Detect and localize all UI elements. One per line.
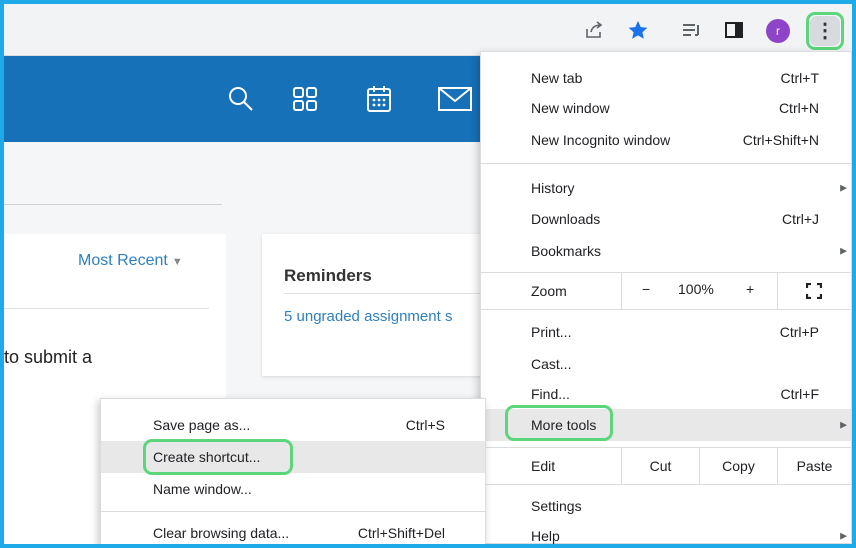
shortcut-label: Ctrl+F bbox=[780, 386, 820, 402]
browser-window: r ⋮ Most Recent ▼ to submit a Reminders 5… bbox=[4, 4, 852, 544]
menu-item-label: New Incognito window bbox=[531, 132, 671, 148]
menu-item-help[interactable]: Help ▶ bbox=[481, 520, 851, 544]
menu-separator bbox=[481, 309, 851, 310]
menu-item-label: Name window... bbox=[153, 481, 252, 497]
avatar[interactable]: r bbox=[766, 19, 790, 43]
menu-item-label: Create shortcut... bbox=[153, 449, 261, 465]
submenu-arrow-icon: ▶ bbox=[840, 419, 847, 430]
menu-item-save-page-as[interactable]: Save page as... Ctrl+S bbox=[101, 409, 485, 441]
menu-item-history[interactable]: History ▶ bbox=[481, 172, 851, 204]
menu-item-downloads[interactable]: Downloads Ctrl+J bbox=[481, 203, 851, 235]
menu-item-zoom: Zoom − 100% + bbox=[481, 273, 851, 309]
reading-list-icon[interactable] bbox=[680, 18, 704, 42]
menu-separator bbox=[481, 163, 851, 164]
mail-icon[interactable] bbox=[436, 80, 474, 118]
more-tools-submenu: Save page as... Ctrl+S Create shortcut...… bbox=[100, 398, 486, 544]
search-icon[interactable] bbox=[222, 80, 260, 118]
avatar-letter: r bbox=[776, 24, 780, 38]
menu-item-more-tools[interactable]: More tools ▶ bbox=[481, 409, 851, 441]
shortcut-label: Ctrl+S bbox=[405, 417, 445, 433]
menu-item-edit: Edit Cut Copy Paste bbox=[481, 448, 851, 484]
menu-item-label: History bbox=[531, 180, 575, 196]
side-panel-icon[interactable] bbox=[722, 18, 746, 42]
calendar-icon[interactable] bbox=[360, 80, 398, 118]
fullscreen-icon[interactable] bbox=[777, 273, 851, 309]
kebab-menu-icon[interactable]: ⋮ bbox=[810, 16, 840, 46]
zoom-level: 100% bbox=[678, 281, 714, 297]
ungraded-assignments-link[interactable]: 5 ungraded assignment s bbox=[284, 308, 452, 325]
share-icon[interactable] bbox=[582, 18, 606, 42]
submenu-arrow-icon: ▶ bbox=[840, 245, 847, 256]
shortcut-label: Ctrl+Shift+N bbox=[742, 132, 819, 148]
menu-item-bookmarks[interactable]: Bookmarks ▶ bbox=[481, 235, 851, 267]
menu-separator bbox=[101, 511, 485, 512]
menu-item-label: More tools bbox=[531, 417, 597, 433]
menu-item-create-shortcut[interactable]: Create shortcut... bbox=[101, 441, 485, 473]
menu-item-label: Print... bbox=[531, 324, 572, 340]
menu-item-label: Bookmarks bbox=[531, 243, 602, 259]
menu-item-label: Find... bbox=[531, 386, 570, 402]
menu-item-label: Save page as... bbox=[153, 417, 251, 433]
reminders-card: Reminders 5 ungraded assignment s bbox=[262, 234, 502, 376]
shortcut-label: Ctrl+T bbox=[780, 70, 820, 86]
sort-label: Most Recent bbox=[78, 252, 168, 269]
menu-item-settings[interactable]: Settings bbox=[481, 490, 851, 522]
caret-down-icon: ▼ bbox=[171, 256, 183, 268]
browser-toolbar: r ⋮ bbox=[4, 4, 852, 56]
submenu-arrow-icon: ▶ bbox=[840, 182, 847, 193]
apps-grid-icon[interactable] bbox=[286, 80, 324, 118]
zoom-out-button[interactable]: − bbox=[642, 281, 650, 297]
menu-item-label: Settings bbox=[531, 498, 582, 514]
menu-item-label: Help bbox=[531, 528, 560, 544]
menu-item-label: New tab bbox=[531, 70, 583, 86]
shortcut-label: Ctrl+Shift+Del bbox=[357, 525, 445, 541]
activity-text: to submit a bbox=[4, 347, 93, 367]
menu-item-find[interactable]: Find... Ctrl+F bbox=[481, 378, 851, 410]
divider bbox=[4, 308, 209, 309]
menu-item-new-incognito-window[interactable]: New Incognito window Ctrl+Shift+N bbox=[481, 124, 851, 156]
kebab-glyph: ⋮ bbox=[815, 20, 835, 42]
divider bbox=[284, 293, 502, 294]
paste-button[interactable]: Paste bbox=[777, 448, 851, 484]
star-icon[interactable] bbox=[626, 18, 650, 42]
menu-item-label: Clear browsing data... bbox=[153, 525, 290, 541]
shortcut-label: Ctrl+J bbox=[782, 211, 819, 227]
zoom-controls: − 100% + bbox=[621, 273, 777, 309]
menu-item-label: Zoom bbox=[531, 283, 567, 299]
menu-item-label: Cast... bbox=[531, 356, 572, 372]
submenu-arrow-icon: ▶ bbox=[840, 530, 847, 541]
zoom-in-button[interactable]: + bbox=[746, 281, 754, 297]
cut-button[interactable]: Cut bbox=[621, 448, 699, 484]
menu-item-cast[interactable]: Cast... bbox=[481, 348, 851, 380]
menu-item-new-tab[interactable]: New tab Ctrl+T bbox=[481, 62, 851, 94]
menu-item-clear-browsing-data[interactable]: Clear browsing data... Ctrl+Shift+Del bbox=[101, 517, 485, 544]
menu-separator bbox=[481, 484, 851, 485]
sort-dropdown[interactable]: Most Recent ▼ bbox=[78, 252, 183, 270]
divider bbox=[4, 204, 222, 205]
shortcut-label: Ctrl+N bbox=[778, 100, 819, 116]
reminders-title: Reminders bbox=[284, 266, 372, 285]
copy-button[interactable]: Copy bbox=[699, 448, 777, 484]
menu-item-label: Edit bbox=[531, 458, 556, 474]
menu-item-new-window[interactable]: New window Ctrl+N bbox=[481, 92, 851, 124]
shortcut-label: Ctrl+P bbox=[779, 324, 819, 340]
browser-main-menu: New tab Ctrl+T New window Ctrl+N New Incog… bbox=[480, 51, 852, 544]
menu-item-label: New window bbox=[531, 100, 610, 116]
menu-item-name-window[interactable]: Name window... bbox=[101, 473, 485, 505]
menu-item-label: Downloads bbox=[531, 211, 601, 227]
menu-item-print[interactable]: Print... Ctrl+P bbox=[481, 316, 851, 348]
